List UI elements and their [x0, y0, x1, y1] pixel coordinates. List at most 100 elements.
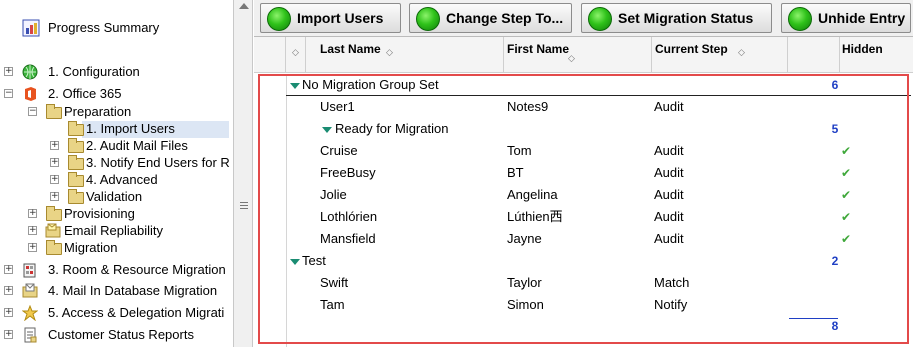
tree-item-label: Migration	[64, 240, 118, 255]
folder-icon	[46, 206, 62, 221]
tree-item-label: Validation	[86, 189, 143, 204]
hidden-check-icon: ✔	[840, 144, 852, 158]
group-label: Ready for Migration	[335, 121, 449, 136]
tree-item-access-delegation-migration[interactable]: + 5. Access & Delegation Migrati	[0, 304, 233, 322]
cell-current-step: Audit	[654, 165, 684, 180]
button-label: Set Migration Status	[618, 10, 754, 26]
mail-database-icon	[22, 283, 38, 299]
cell-current-step: Audit	[654, 209, 684, 224]
sort-icon: ◇	[568, 54, 575, 64]
tree-item-provisioning[interactable]: + Provisioning	[0, 205, 230, 223]
tree-item-mail-in-database-migration[interactable]: + 4. Mail In Database Migration	[0, 282, 233, 300]
expand-icon[interactable]: +	[4, 308, 13, 317]
green-circle-icon	[788, 7, 812, 31]
cell-first-name: BT	[507, 165, 524, 180]
hidden-check-icon: ✔	[840, 166, 852, 180]
green-circle-icon	[267, 7, 291, 31]
splitter-grip-icon[interactable]	[240, 202, 248, 209]
expand-icon[interactable]: +	[50, 175, 59, 184]
collapse-arrow-icon[interactable]	[290, 259, 300, 265]
cell-last-name: Cruise	[320, 143, 358, 158]
expand-icon[interactable]: +	[50, 141, 59, 150]
collapse-arrow-icon[interactable]	[322, 127, 332, 133]
cell-last-name: User1	[320, 99, 355, 114]
tree-item-customer-status-reports[interactable]: + Customer Status Reports	[0, 326, 233, 344]
expand-icon[interactable]: +	[50, 192, 59, 201]
column-header-hidden[interactable]: Hidden	[840, 37, 913, 73]
tree-item-notify-end-users[interactable]: + 3. Notify End Users for R	[0, 154, 233, 172]
tree-item-migration[interactable]: + Migration	[0, 239, 230, 257]
tree-item-label: Customer Status Reports	[48, 327, 194, 342]
cell-current-step: Audit	[654, 231, 684, 246]
cell-first-name: Tom	[507, 143, 532, 158]
tree-item-configuration[interactable]: + 1. Configuration	[0, 63, 230, 81]
green-circle-icon	[416, 7, 440, 31]
folder-icon	[68, 172, 84, 187]
collapse-icon[interactable]: −	[4, 89, 13, 98]
collapse-icon[interactable]: −	[28, 107, 37, 116]
hidden-check-icon: ✔	[840, 232, 852, 246]
cell-current-step: Audit	[654, 187, 684, 202]
column-header-blank	[254, 37, 286, 73]
import-users-button[interactable]: Import Users	[260, 3, 401, 33]
button-label: Unhide Entry	[818, 10, 906, 26]
column-header-last-name[interactable]: Last Name ◇	[306, 37, 504, 73]
total-count: 8	[831, 319, 839, 333]
tree-scrollbar[interactable]	[233, 0, 253, 347]
cell-first-name: Taylor	[507, 275, 542, 290]
cell-first-name: Lúthien西	[507, 209, 563, 224]
group-label: Test	[302, 253, 326, 268]
tree-item-validation[interactable]: + Validation	[0, 188, 230, 206]
expand-icon[interactable]: +	[4, 67, 13, 76]
tree-item-label: 4. Advanced	[86, 172, 158, 187]
scroll-up-icon[interactable]	[239, 3, 249, 9]
sort-icon: ◇	[738, 48, 745, 58]
cell-first-name: Angelina	[507, 187, 558, 202]
column-header-label: Last Name	[320, 42, 381, 56]
tree-item-label: 3. Notify End Users for R	[86, 155, 230, 170]
expand-icon[interactable]: +	[28, 226, 37, 235]
grid-header: ◇ Last Name ◇ First Name ◇ Current Step …	[254, 37, 913, 73]
tree-item-audit-mail-files[interactable]: + 2. Audit Mail Files	[0, 137, 230, 155]
tree-item-advanced[interactable]: + 4. Advanced	[0, 171, 230, 189]
change-step-button[interactable]: Change Step To...	[409, 3, 572, 33]
cell-last-name: Jolie	[320, 187, 347, 202]
folder-icon	[68, 155, 84, 170]
expand-icon[interactable]: +	[4, 286, 13, 295]
tree-item-room-resource-migration[interactable]: + 3. Room & Resource Migration	[0, 261, 233, 279]
expand-icon[interactable]: +	[4, 330, 13, 339]
collapse-arrow-icon[interactable]	[290, 83, 300, 89]
reports-icon	[22, 327, 38, 343]
hidden-check-icon: ✔	[840, 188, 852, 202]
unhide-entry-button[interactable]: Unhide Entry	[781, 3, 911, 33]
group-count: 2	[831, 254, 839, 268]
tree-item-label: 5. Access & Delegation Migrati	[48, 305, 225, 320]
button-label: Change Step To...	[446, 10, 564, 26]
set-migration-status-button[interactable]: Set Migration Status	[581, 3, 772, 33]
room-resource-icon	[22, 262, 38, 278]
column-header-current-step[interactable]: Current Step ◇	[652, 37, 788, 73]
folder-icon	[68, 189, 84, 204]
cell-last-name: FreeBusy	[320, 165, 376, 180]
cell-first-name: Simon	[507, 297, 544, 312]
access-delegation-icon	[21, 304, 39, 322]
tree-item-email-repliability[interactable]: + Email Repliability	[0, 222, 230, 240]
group-count: 5	[831, 122, 839, 136]
expand-icon[interactable]: +	[28, 243, 37, 252]
email-folder-icon	[45, 223, 61, 239]
column-header-first-name[interactable]: First Name ◇	[504, 37, 652, 73]
tree-item-progress-summary[interactable]: Progress Summary	[0, 19, 230, 37]
column-header-sort[interactable]: ◇	[286, 37, 306, 73]
expand-icon[interactable]: +	[50, 158, 59, 167]
cell-current-step: Audit	[654, 143, 684, 158]
expand-icon[interactable]: +	[28, 209, 37, 218]
tree-item-label: 2. Audit Mail Files	[86, 138, 188, 153]
tree-item-label: 1. Import Users	[86, 121, 175, 136]
tree-item-preparation[interactable]: − Preparation	[0, 103, 230, 121]
cell-last-name: Mansfield	[320, 231, 376, 246]
globe-icon	[22, 64, 38, 80]
users-grid: ◇ Last Name ◇ First Name ◇ Current Step …	[254, 37, 913, 347]
expand-icon[interactable]: +	[4, 265, 13, 274]
tree-item-office-365[interactable]: − 2. Office 365	[0, 85, 230, 103]
tree-item-import-users[interactable]: 1. Import Users	[0, 120, 230, 138]
